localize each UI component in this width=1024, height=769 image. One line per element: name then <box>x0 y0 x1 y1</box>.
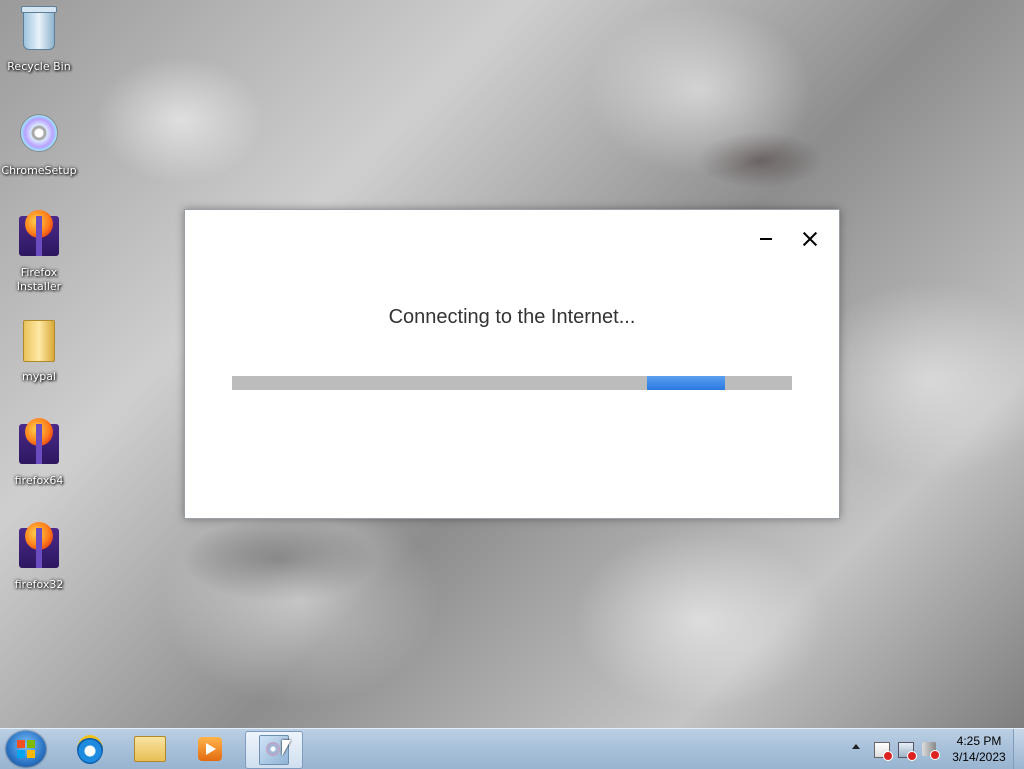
installer-dialog: Connecting to the Internet... <box>184 209 840 519</box>
volume-icon[interactable] <box>922 742 940 760</box>
desktop-icon-chromesetup[interactable]: ChromeSetup <box>1 108 77 178</box>
desktop-icon-label: firefox64 <box>14 474 64 487</box>
internet-explorer-icon <box>77 734 103 764</box>
action-center-icon[interactable] <box>874 742 893 761</box>
desktop-icon-label: firefox32 <box>14 578 64 591</box>
progress-bar <box>232 376 792 390</box>
firefox-installer-icon <box>19 418 59 464</box>
folder-icon <box>23 320 55 362</box>
desktop-icon-label: Firefox Installer <box>16 266 62 293</box>
taskbar: 4:25 PM 3/14/2023 <box>0 728 1024 769</box>
desktop-icon-label: Recycle Bin <box>7 60 71 73</box>
windows-logo-icon <box>17 740 35 758</box>
minimize-icon <box>760 238 772 240</box>
taskbar-internet-explorer[interactable] <box>62 731 118 767</box>
desktop-icon-firefox32[interactable]: firefox32 <box>1 522 77 592</box>
minimize-button[interactable] <box>749 224 783 254</box>
network-icon[interactable] <box>898 742 917 761</box>
installer-disc-icon <box>20 114 58 152</box>
desktop-icon-firefox64[interactable]: firefox64 <box>1 418 77 488</box>
mouse-cursor-icon <box>282 740 291 756</box>
firefox-installer-icon <box>19 210 59 256</box>
system-tray: 4:25 PM 3/14/2023 <box>834 729 1024 769</box>
recycle-bin-icon <box>21 6 57 50</box>
close-icon <box>803 232 817 246</box>
firefox-installer-icon <box>19 522 59 568</box>
clock-date: 3/14/2023 <box>952 750 1006 764</box>
desktop-icon-label: ChromeSetup <box>1 164 77 177</box>
progress-indicator <box>647 376 725 390</box>
show-hidden-icons-icon[interactable] <box>852 744 860 749</box>
clock[interactable]: 4:25 PM 3/14/2023 <box>946 733 1012 765</box>
desktop-icon-label: mypal <box>21 370 56 383</box>
show-desktop-button[interactable] <box>1013 729 1024 769</box>
desktop-icon-mypal[interactable]: mypal <box>1 316 77 384</box>
desktop-icon-firefox-installer[interactable]: Firefox Installer <box>1 210 77 294</box>
status-text: Connecting to the Internet... <box>388 306 636 328</box>
taskbar-setup-window[interactable] <box>245 731 303 769</box>
close-button[interactable] <box>793 224 827 254</box>
media-player-icon <box>198 737 222 761</box>
clock-time: 4:25 PM <box>956 734 1002 748</box>
taskbar-windows-explorer[interactable] <box>122 731 178 767</box>
start-button[interactable] <box>6 731 46 767</box>
taskbar-media-player[interactable] <box>182 731 238 767</box>
desktop-icon-recycle-bin[interactable]: Recycle Bin <box>1 4 77 74</box>
desktop: Recycle Bin ChromeSetup Firefox Installe… <box>0 0 1024 728</box>
folder-icon <box>134 736 166 762</box>
